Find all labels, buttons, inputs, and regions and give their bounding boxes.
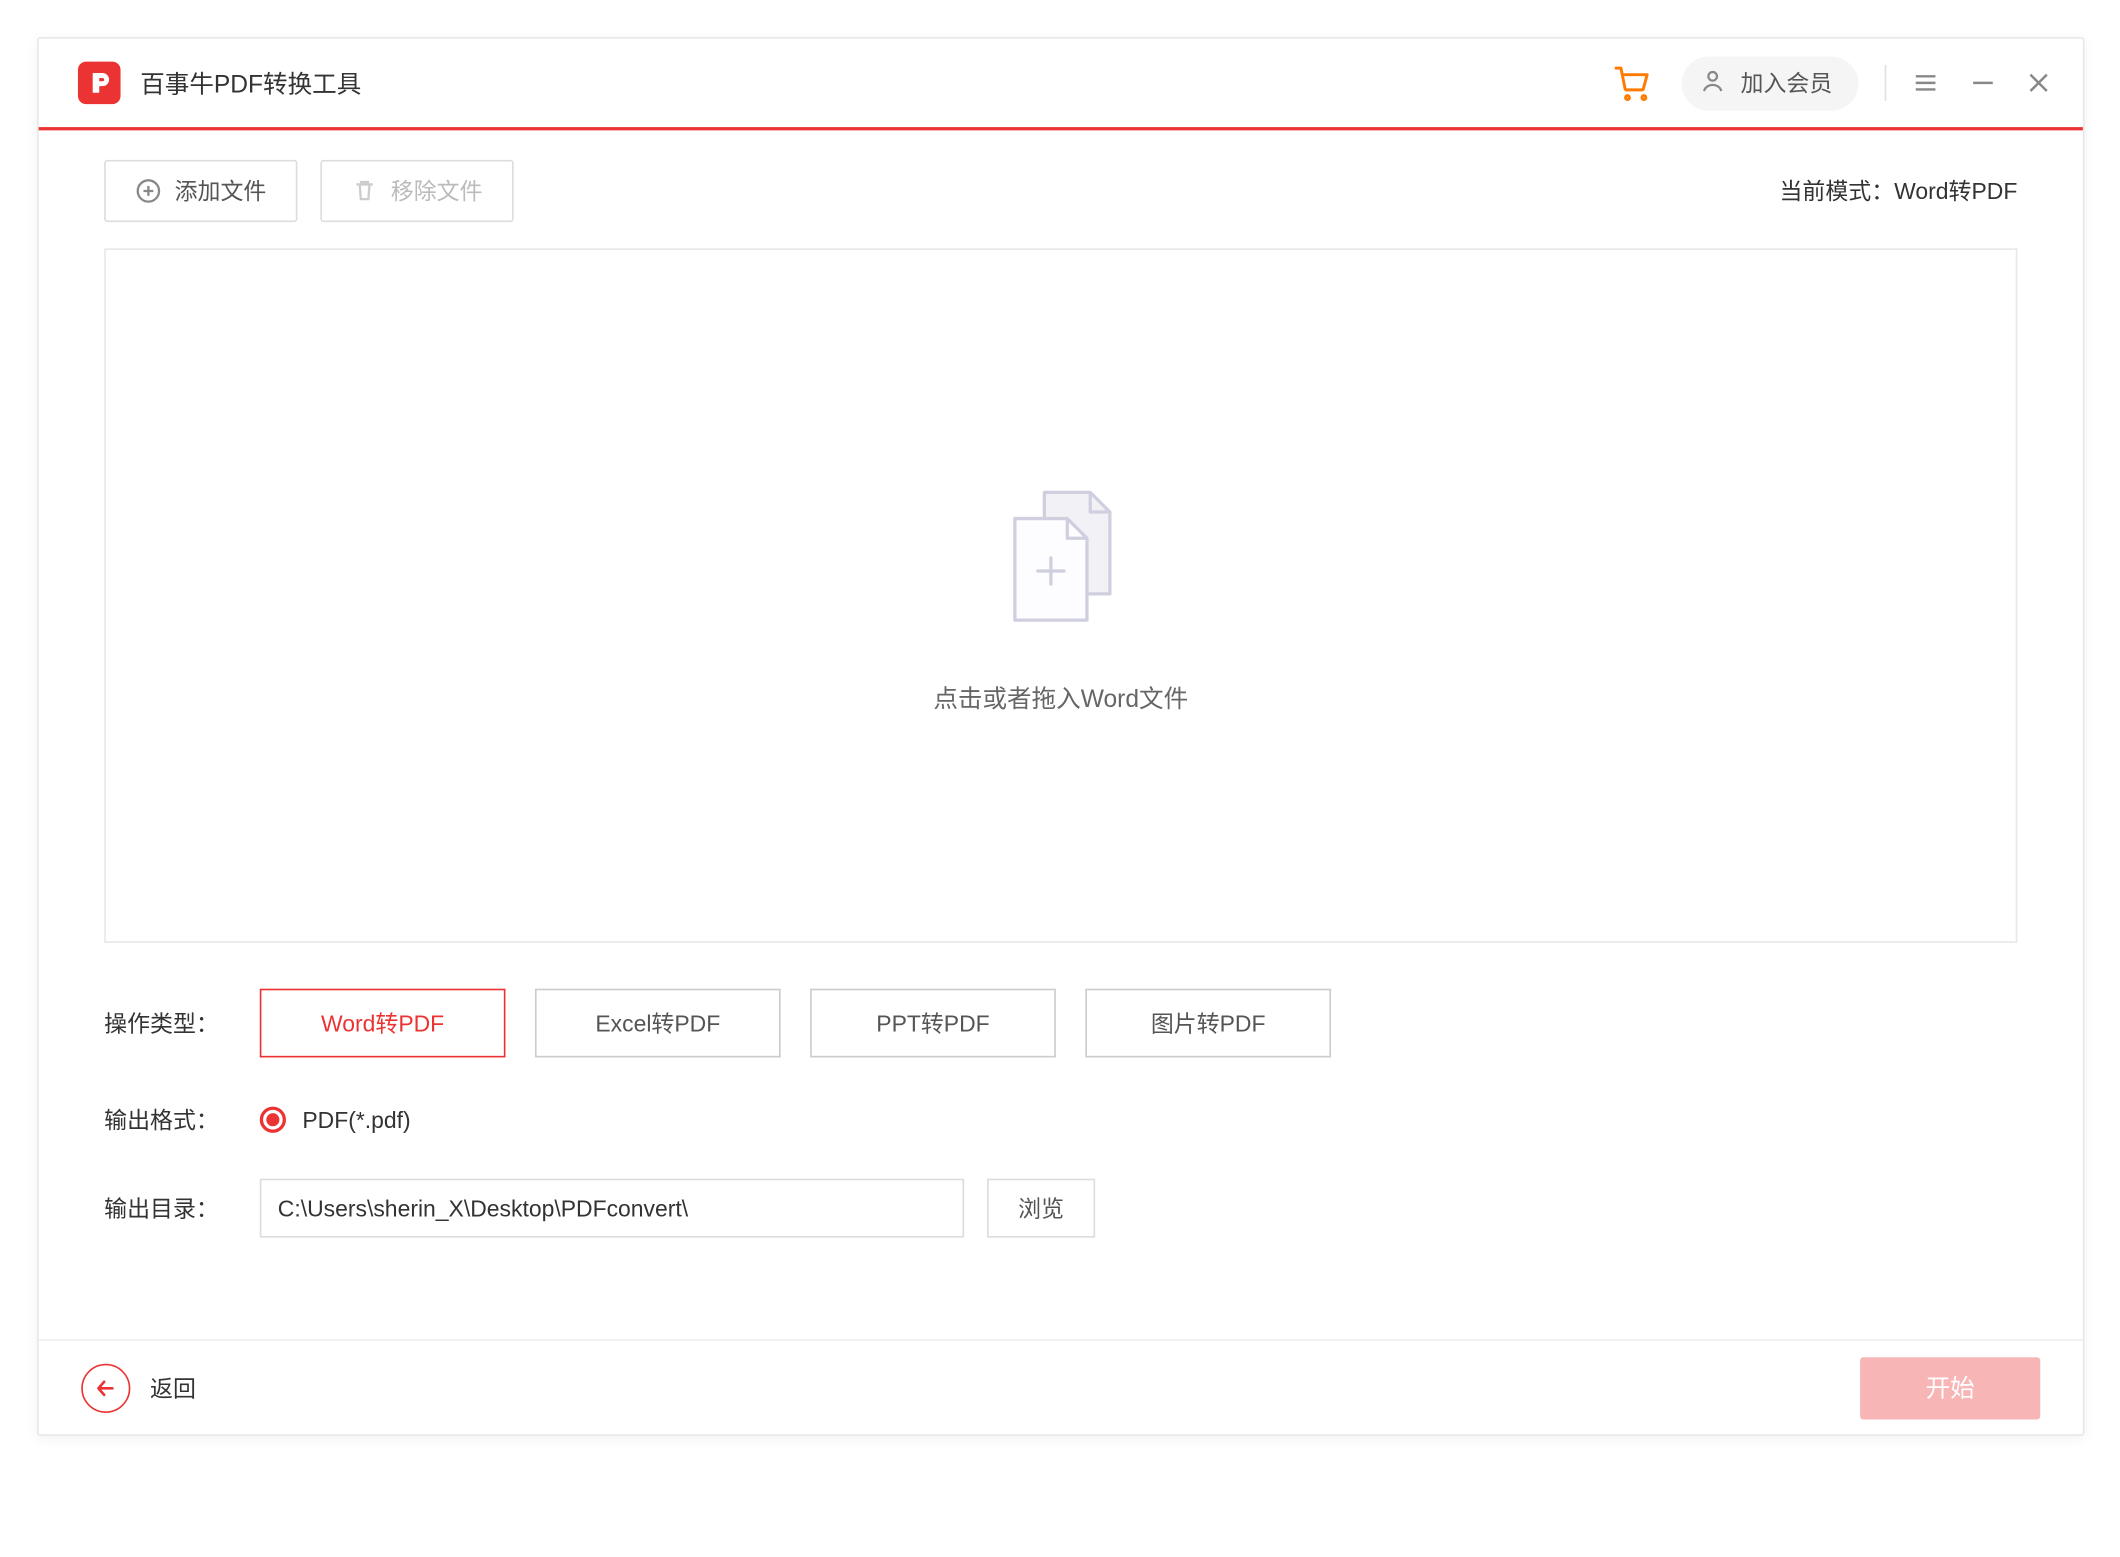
type-word-to-pdf[interactable]: Word转PDF [260,989,506,1058]
back-label: 返回 [150,1371,196,1404]
type-image-to-pdf[interactable]: 图片转PDF [1085,989,1331,1058]
arrow-left-icon [81,1363,130,1412]
drop-hint-label: 点击或者拖入Word文件 [933,681,1188,715]
cart-icon[interactable] [1613,63,1652,102]
toolbar: 添加文件 移除文件 当前模式：Word转PDF [39,130,2083,222]
file-drop-area[interactable]: 点击或者拖入Word文件 [104,248,2017,943]
browse-button[interactable]: 浏览 [987,1179,1095,1238]
plus-circle-icon [135,178,161,204]
menu-icon[interactable] [1913,70,1939,96]
add-file-button[interactable]: 添加文件 [104,160,297,222]
titlebar: 百事牛PDF转换工具 加入会员 [39,39,2083,131]
output-format-value: PDF(*.pdf) [302,1107,410,1133]
remove-file-label: 移除文件 [391,175,483,208]
operation-type-label: 操作类型： [104,1007,260,1040]
back-button[interactable]: 返回 [81,1363,196,1412]
remove-file-button[interactable]: 移除文件 [320,160,513,222]
user-icon [1698,66,1727,100]
output-format-row: 输出格式： PDF(*.pdf) [39,1103,2083,1136]
type-excel-to-pdf[interactable]: Excel转PDF [535,989,781,1058]
output-format-radio[interactable]: PDF(*.pdf) [260,1107,411,1133]
output-format-label: 输出格式： [104,1103,260,1136]
close-icon[interactable] [2027,71,2050,94]
titlebar-divider [1885,65,1887,101]
operation-type-row: 操作类型： Word转PDF Excel转PDF PPT转PDF 图片转PDF [39,989,2083,1058]
output-dir-label: 输出目录： [104,1192,260,1225]
app-window: 百事牛PDF转换工具 加入会员 [37,37,2085,1436]
documents-icon [979,476,1143,648]
output-dir-row: 输出目录： 浏览 [39,1179,2083,1238]
join-member-button[interactable]: 加入会员 [1682,56,1859,110]
start-button[interactable]: 开始 [1860,1356,2040,1418]
output-dir-input[interactable] [260,1179,964,1238]
minimize-icon[interactable] [1971,71,1994,94]
footer: 返回 开始 [39,1339,2083,1434]
app-logo-icon [78,62,121,105]
window-controls [1913,70,2051,96]
radio-selected-icon [260,1107,286,1133]
type-ppt-to-pdf[interactable]: PPT转PDF [810,989,1056,1058]
app-title: 百事牛PDF转换工具 [140,66,361,100]
current-mode-label: 当前模式：Word转PDF [1779,175,2017,208]
operation-type-buttons: Word转PDF Excel转PDF PPT转PDF 图片转PDF [260,989,1331,1058]
add-file-label: 添加文件 [175,175,267,208]
trash-icon [351,178,377,204]
join-member-label: 加入会员 [1741,66,1833,99]
